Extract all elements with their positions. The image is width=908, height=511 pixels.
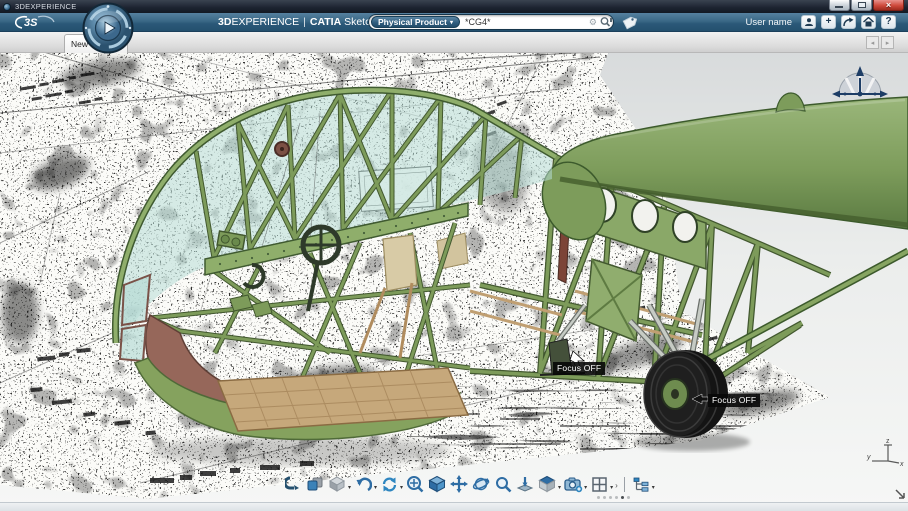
chevron-down-icon[interactable]: ▾: [652, 484, 655, 491]
chevron-down-icon[interactable]: ▾: [558, 484, 561, 491]
design-tree-icon: [632, 476, 650, 493]
tab-scroll-left-button[interactable]: ◂: [866, 36, 879, 49]
normal-view-icon: [516, 475, 534, 493]
tab-scroll-right-button[interactable]: ▸: [881, 36, 894, 49]
capture-icon: [564, 476, 583, 493]
tab-bar: New Tab 1 × ◂ ▸: [0, 32, 908, 53]
chevron-down-icon[interactable]: ▾: [400, 484, 403, 491]
look-at-face-icon: [538, 475, 556, 493]
pan-icon: [450, 475, 468, 493]
search-settings-icon[interactable]: ⚙: [589, 18, 597, 27]
porthole-window: [632, 200, 658, 232]
app-icon: [3, 3, 11, 11]
design-tree-button[interactable]: [631, 474, 651, 494]
update-button[interactable]: [379, 474, 399, 494]
search-input[interactable]: *CG4*: [460, 17, 589, 27]
search-scope-dropdown[interactable]: Physical Product▾: [371, 16, 460, 28]
view-rotation-compass[interactable]: [832, 64, 888, 108]
create-painting-icon: [328, 475, 346, 493]
fit-all-in-icon: [406, 475, 424, 493]
zoom-icon: [495, 476, 512, 493]
compass-play-widget[interactable]: [80, 2, 136, 54]
capture-button[interactable]: [563, 474, 583, 494]
toolbar-separator: [624, 477, 625, 492]
profile-avatar-button[interactable]: [801, 15, 816, 29]
escape-icon: [285, 476, 301, 492]
user-name-label[interactable]: User name: [746, 17, 792, 28]
look-at-face-button[interactable]: [537, 474, 557, 494]
share-button[interactable]: [841, 15, 856, 29]
split-view-icon: [591, 476, 608, 493]
update-icon: [381, 476, 398, 493]
chevron-down-icon[interactable]: ▾: [374, 484, 377, 491]
app-bar: 3S 3DEXPERIENCE|CATIA Sketch Tracer Phys…: [0, 13, 908, 32]
window-title: 3DEXPERIENCE: [15, 2, 77, 11]
minimize-button[interactable]: [829, 0, 850, 11]
rotate-icon: [472, 475, 490, 493]
focus-off-label-2[interactable]: Focus OFF: [708, 394, 760, 407]
3ds-logo: 3S: [14, 14, 56, 31]
sketch-overlay-button[interactable]: [305, 474, 325, 494]
chevron-down-icon[interactable]: ▾: [584, 484, 587, 491]
iso-view-icon: [428, 475, 446, 493]
escape-button[interactable]: [283, 474, 303, 494]
home-icon: [863, 17, 874, 27]
porthole-window: [673, 212, 697, 242]
close-button[interactable]: ×: [873, 0, 904, 11]
axis-x-label: x: [899, 461, 904, 468]
axis-y-label: y: [866, 454, 871, 461]
search-icon[interactable]: [599, 16, 613, 28]
home-button[interactable]: [861, 15, 876, 29]
viewport-3d-scene[interactable]: [0, 53, 908, 511]
rotate-button[interactable]: [471, 474, 491, 494]
chevron-down-icon[interactable]: ▾: [610, 484, 613, 491]
avatar-icon: [804, 17, 814, 27]
chevron-down-icon[interactable]: ▾: [348, 484, 351, 491]
fit-all-in-button[interactable]: [405, 474, 425, 494]
normal-view-button[interactable]: [515, 474, 535, 494]
os-titlebar: 3DEXPERIENCE ×: [0, 0, 908, 13]
tag-icon[interactable]: [622, 16, 637, 30]
iso-view-button[interactable]: [427, 474, 447, 494]
undo-icon: [355, 476, 372, 493]
help-button[interactable]: ?: [881, 15, 896, 29]
undo-button[interactable]: [353, 474, 373, 494]
toolbar-page-dots[interactable]: [597, 496, 630, 499]
axis-triad: z y x: [866, 435, 906, 471]
status-bar: [0, 502, 908, 511]
fuselage-shadow: [150, 437, 450, 465]
axis-z-label: z: [886, 438, 890, 445]
split-view-button[interactable]: [589, 474, 609, 494]
zoom-button[interactable]: [493, 474, 513, 494]
sketch-overlay-icon: [306, 475, 324, 493]
search-bar[interactable]: Physical Product▾ *CG4* ⚙: [368, 14, 614, 30]
share-arrow-icon: [843, 17, 854, 27]
bottom-toolbar: ▾ ▾ ▾: [283, 474, 655, 494]
focus-off-label-1[interactable]: Focus OFF: [553, 362, 605, 375]
pan-button[interactable]: [449, 474, 469, 494]
chevron-down-icon: ▾: [450, 19, 453, 26]
app-window: 3DEXPERIENCE × 3S 3DEXPERIENCE|CATIA Ske…: [0, 0, 908, 511]
restore-button[interactable]: [851, 0, 872, 11]
pilot-seat: [383, 235, 417, 291]
3d-viewport[interactable]: Focus OFF Focus OFF z y x: [0, 53, 908, 511]
resize-grip[interactable]: [894, 488, 906, 500]
add-button[interactable]: +: [821, 15, 836, 29]
create-painting-button[interactable]: [327, 474, 347, 494]
svg-text:3S: 3S: [24, 17, 38, 29]
toolbar-overflow-arrow[interactable]: ›: [615, 481, 618, 490]
